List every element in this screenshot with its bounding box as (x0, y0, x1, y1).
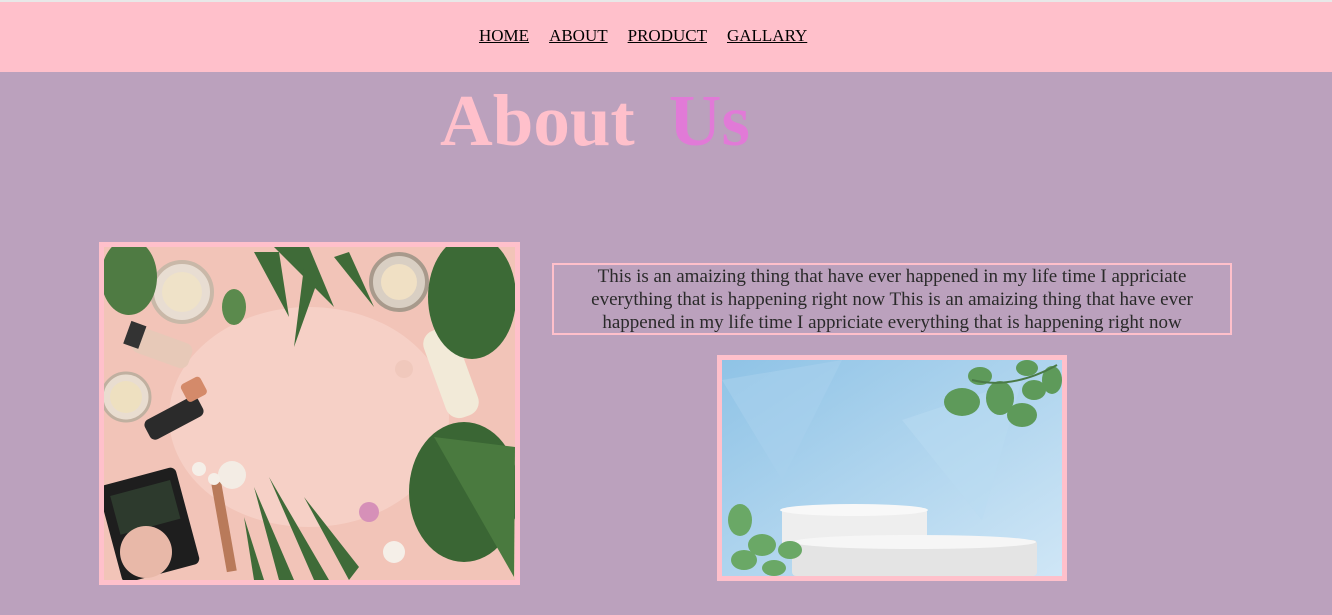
page-title-word-us: Us (668, 80, 750, 161)
podium-leaves-image (717, 355, 1067, 581)
page-title: About Us (440, 84, 750, 157)
nav-link-about[interactable]: ABOUT (549, 26, 608, 46)
nav-link-home[interactable]: HOME (479, 26, 529, 46)
cosmetics-flatlay-image (99, 242, 520, 585)
nav-links: HOME ABOUT PRODUCT GALLARY (479, 26, 807, 46)
cosmetics-flatlay-graphic (104, 247, 515, 580)
podium-leaves-graphic (722, 360, 1062, 576)
nav-link-product[interactable]: PRODUCT (628, 26, 707, 46)
page-title-word-about: About (440, 80, 635, 161)
nav-link-gallary[interactable]: GALLARY (727, 26, 807, 46)
navbar: HOME ABOUT PRODUCT GALLARY (0, 0, 1332, 72)
about-description: This is an amaizing thing that have ever… (552, 263, 1232, 335)
